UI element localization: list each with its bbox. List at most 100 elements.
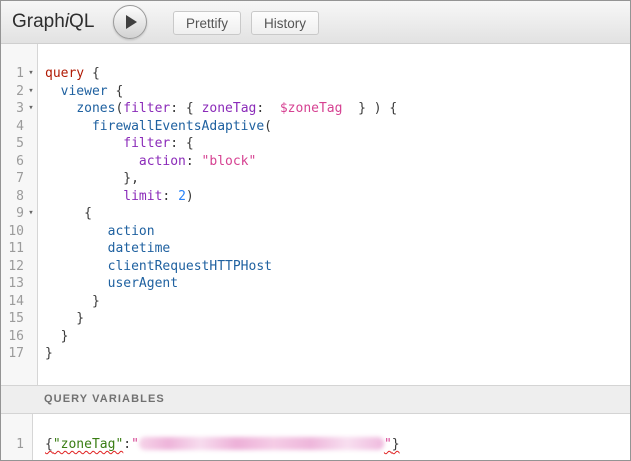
code-text: firewallEventsAdaptive( (38, 118, 272, 136)
fold-gutter-spacer (24, 240, 38, 258)
token-prop: clientRequestHTTPHost (108, 259, 272, 274)
logo-text-post: QL (69, 11, 94, 32)
token-prop: zones (76, 101, 115, 116)
query-code-lines: 1▾query {2▾ viewer {3▾ zones(filter: { z… (1, 65, 630, 363)
code-text: zones(filter: { zoneTag: $zoneTag } ) { (38, 100, 397, 118)
token-punc: { (45, 437, 53, 452)
line-number: 16 (1, 328, 24, 346)
token-punc: : (256, 101, 279, 116)
token-punc: } (392, 437, 400, 452)
line-number: 4 (1, 118, 24, 136)
token-punc (45, 119, 92, 134)
query-variables-title-bar[interactable]: QUERY VARIABLES (1, 385, 630, 414)
code-line: 9▾ { (1, 205, 630, 223)
fold-gutter-spacer (24, 293, 38, 311)
code-text: query { (38, 65, 100, 83)
fold-gutter-spacer (24, 310, 38, 328)
variables-editor[interactable]: 1 {"zoneTag":""} (1, 414, 630, 461)
execute-query-button[interactable] (113, 5, 147, 39)
fold-arrow-icon[interactable]: ▾ (24, 205, 38, 223)
code-text: clientRequestHTTPHost (38, 258, 272, 276)
line-number: 13 (1, 275, 24, 293)
fold-gutter-spacer (24, 275, 38, 293)
token-punc (45, 84, 61, 99)
fold-gutter-spacer (24, 345, 38, 363)
fold-gutter-spacer (24, 188, 38, 206)
line-number: 3 (1, 100, 24, 118)
code-text: filter: { (38, 135, 194, 153)
token-punc: : (162, 189, 178, 204)
token-num: 2 (178, 189, 186, 204)
code-line: 2▾ viewer { (1, 83, 630, 101)
gutter-spacer (24, 436, 33, 454)
code-line: 4 firewallEventsAdaptive( (1, 118, 630, 136)
code-text: } (38, 345, 53, 363)
token-prop: firewallEventsAdaptive (92, 119, 264, 134)
token-punc: : (186, 154, 202, 169)
code-line: 13 userAgent (1, 275, 630, 293)
token-attr: filter (123, 136, 170, 151)
query-editor[interactable]: 1▾query {2▾ viewer {3▾ zones(filter: { z… (1, 44, 630, 385)
fold-gutter-spacer (24, 258, 38, 276)
token-punc: ( (264, 119, 272, 134)
line-number: 7 (1, 170, 24, 188)
token-punc: { (84, 66, 100, 81)
token-punc (45, 171, 123, 186)
fold-gutter-spacer (24, 135, 38, 153)
token-punc (45, 224, 108, 239)
token-attr: limit (123, 189, 162, 204)
token-kw: query (45, 66, 84, 81)
fold-arrow-icon[interactable]: ▾ (24, 83, 38, 101)
token-var: $zoneTag (280, 101, 343, 116)
token-prop: action (108, 224, 155, 239)
token-attr: filter (123, 101, 170, 116)
token-punc (45, 101, 76, 116)
code-line: 7 }, (1, 170, 630, 188)
code-line: 10 action (1, 223, 630, 241)
code-text: } (38, 310, 84, 328)
line-number: 14 (1, 293, 24, 311)
line-number: 17 (1, 345, 24, 363)
token-punc: { (108, 84, 124, 99)
token-punc: } ) { (342, 101, 397, 116)
graphiql-logo: GraphiQL (12, 1, 94, 42)
line-number: 11 (1, 240, 24, 258)
fold-gutter-spacer (24, 118, 38, 136)
graphiql-window: GraphiQL Prettify History 1▾query {2▾ vi… (0, 0, 631, 461)
line-number: 8 (1, 188, 24, 206)
code-text: }, (38, 170, 139, 188)
token-punc (45, 241, 108, 256)
code-line: 1▾query { (1, 65, 630, 83)
token-punc: : { (170, 136, 193, 151)
code-text: {"zoneTag":""} (33, 436, 400, 454)
token-punc (45, 189, 123, 204)
logo-text-pre: Graph (12, 11, 65, 32)
token-punc (45, 136, 123, 151)
line-number: 1 (1, 65, 24, 83)
history-button[interactable]: History (251, 11, 319, 35)
token-punc: } (45, 311, 84, 326)
line-number: 15 (1, 310, 24, 328)
token-punc (45, 206, 84, 221)
token-punc: { (84, 206, 92, 221)
code-line: 6 action: "block" (1, 153, 630, 171)
code-text: { (38, 205, 92, 223)
fold-arrow-icon[interactable]: ▾ (24, 100, 38, 118)
code-line: 8 limit: 2) (1, 188, 630, 206)
token-attr: zoneTag (202, 101, 257, 116)
fold-arrow-icon[interactable]: ▾ (24, 65, 38, 83)
fold-gutter-spacer (24, 223, 38, 241)
line-number: 2 (1, 83, 24, 101)
line-number: 6 (1, 153, 24, 171)
code-line: 5 filter: { (1, 135, 630, 153)
variables-code-lines: 1 {"zoneTag":""} (1, 436, 630, 454)
token-key: "zoneTag" (53, 437, 123, 452)
code-line: 15 } (1, 310, 630, 328)
code-text: viewer { (38, 83, 123, 101)
line-number: 12 (1, 258, 24, 276)
line-number: 1 (1, 436, 24, 454)
prettify-button[interactable]: Prettify (173, 11, 241, 35)
token-punc: : { (170, 101, 201, 116)
fold-gutter-spacer (24, 153, 38, 171)
line-number: 5 (1, 135, 24, 153)
